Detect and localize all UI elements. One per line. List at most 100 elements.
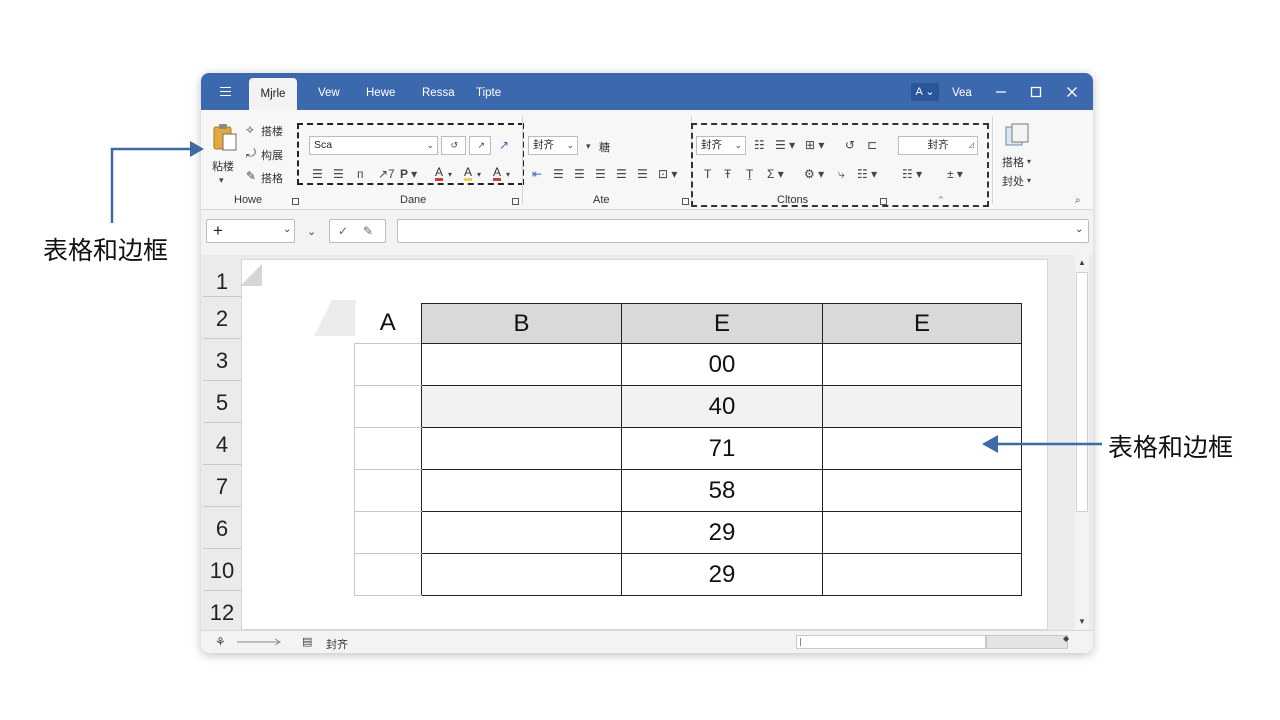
text-middle-icon[interactable]: Ŧ (724, 167, 731, 181)
table-cell[interactable] (822, 469, 1022, 512)
scroll-thumb[interactable] (800, 638, 801, 646)
list-icon[interactable]: ☰ ▾ (775, 138, 795, 152)
align-bottom-icon[interactable]: ☰ (595, 167, 606, 181)
grow-font-button[interactable]: ↗ (469, 136, 491, 155)
cells-icon[interactable] (1004, 122, 1030, 148)
scroll-up-icon[interactable]: ▲ (1078, 258, 1086, 267)
font-size-select[interactable]: ↺ (441, 136, 466, 155)
font-launcher-icon[interactable] (512, 198, 519, 205)
sort-icon[interactable]: ⤷ (838, 167, 845, 181)
copy-icon[interactable]: ⤾ (246, 146, 256, 160)
table-cell[interactable] (822, 511, 1022, 554)
table-cell[interactable] (822, 553, 1022, 596)
text-bottom-icon[interactable]: Ṯ (746, 167, 753, 181)
clipboard-launcher-icon[interactable] (292, 198, 299, 205)
zoom-track[interactable] (986, 635, 1068, 649)
tab-hewe[interactable]: Hewe (366, 87, 395, 99)
clipboard-item-2[interactable]: 构展 (261, 147, 283, 163)
clear-format-icon[interactable]: ↗ (499, 138, 509, 152)
text-color-icon[interactable]: A (493, 166, 502, 181)
minimize-icon[interactable] (995, 86, 1007, 98)
number-format-icon[interactable]: ☷ (754, 138, 765, 152)
table-cell[interactable]: 00 (621, 343, 823, 386)
account-button[interactable]: A ⌄ (911, 83, 939, 101)
table-cell[interactable]: 29 (621, 511, 823, 554)
alignment-launcher-icon[interactable] (682, 198, 689, 205)
distribute-icon[interactable]: ☰ (637, 167, 648, 181)
row-header[interactable]: 3 (203, 339, 241, 381)
align-top-icon[interactable]: ☰ (553, 167, 564, 181)
column-header-e2[interactable]: E (822, 303, 1022, 344)
formula-input[interactable]: ⌄ (397, 219, 1089, 243)
row-header[interactable]: 7 (203, 465, 241, 507)
highlight-dropdown-icon[interactable]: ▾ (477, 168, 481, 182)
row-header[interactable]: 12 (203, 591, 241, 630)
row-header[interactable]: 2 (203, 297, 241, 339)
columns-icon[interactable]: ⊞ ▾ (805, 138, 824, 152)
table-cell[interactable] (354, 511, 422, 554)
clipboard-item-3[interactable]: 搭格 (261, 170, 283, 186)
sum-icon[interactable]: Σ ▾ (767, 167, 784, 181)
table-cell[interactable] (421, 343, 622, 386)
tab-tipte[interactable]: Tipte (476, 87, 501, 99)
text-color-dropdown-icon[interactable]: ▾ (506, 168, 510, 182)
table-cell[interactable] (354, 553, 422, 596)
table-cell[interactable] (354, 469, 422, 512)
scroll-thumb[interactable] (1076, 272, 1088, 512)
cells-item-1[interactable]: 搭格 (1002, 154, 1024, 170)
page-icon[interactable]: ⊏ (867, 138, 877, 152)
row-header[interactable]: 5 (203, 381, 241, 423)
link-icon[interactable]: ᵔ (939, 194, 943, 208)
table-cell[interactable]: 71 (621, 427, 823, 470)
options-style-select[interactable]: 封齐 ⌄ (696, 136, 746, 155)
confirm-icon[interactable]: ✓ (338, 224, 348, 238)
tab-ressa[interactable]: Ressa (422, 87, 455, 99)
column-header-e[interactable]: E (621, 303, 823, 344)
highlight-color-icon[interactable]: A (464, 166, 473, 181)
indent-icon[interactable]: ⇤ (532, 167, 542, 181)
options-box-select[interactable]: 封齐 ◿ (898, 136, 978, 155)
cells-dropdown-1-icon[interactable]: ▾ (1027, 155, 1031, 169)
clipboard-item-1[interactable]: 搭楼 (261, 123, 283, 139)
name-box[interactable]: + ⌄ (206, 219, 295, 243)
row-header[interactable]: 1 (203, 259, 241, 297)
close-icon[interactable] (1066, 86, 1078, 98)
font-color-dropdown-icon[interactable]: ▾ (448, 168, 452, 182)
name-box-dropdown-icon[interactable]: ⌄ (307, 225, 316, 239)
conditional-format-icon[interactable]: ☷ ▾ (902, 167, 922, 181)
orientation-icon[interactable]: ↗7 (378, 167, 395, 181)
format-painter-icon[interactable]: ✎ (246, 169, 256, 183)
justify-icon[interactable]: ☰ (616, 167, 627, 181)
paste-dropdown-icon[interactable]: ▾ (219, 173, 224, 187)
table-cell[interactable] (822, 343, 1022, 386)
insert-icon[interactable]: ± ▾ (947, 167, 963, 181)
table-cell[interactable]: 40 (621, 385, 823, 428)
row-header[interactable]: 6 (203, 507, 241, 549)
paragraph-icon[interactable]: P ▾ (400, 167, 417, 181)
cells-dropdown-2-icon[interactable]: ▾ (1027, 174, 1031, 188)
formula-expand-icon[interactable]: ⌄ (1075, 224, 1083, 235)
table-cell[interactable] (822, 385, 1022, 428)
table-cell[interactable] (354, 427, 422, 470)
zoom-handle-icon[interactable]: ◆ (1063, 634, 1069, 643)
table-cell[interactable] (421, 553, 622, 596)
table-cell[interactable] (421, 469, 622, 512)
table-cell[interactable] (421, 427, 622, 470)
refresh-icon[interactable]: ↺ (845, 138, 855, 152)
maximize-icon[interactable] (1030, 86, 1042, 98)
column-header-b[interactable]: B (421, 303, 622, 344)
scroll-down-icon[interactable]: ▼ (1078, 617, 1086, 626)
wrap-text-icon[interactable]: ⊡ ▾ (658, 167, 677, 181)
macro-icon[interactable]: ⚘ (215, 635, 226, 649)
document-icon[interactable]: ▤ (302, 635, 312, 649)
font-color-icon[interactable]: A (435, 166, 444, 181)
collapse-ribbon-icon[interactable]: ⌕ (1075, 194, 1081, 208)
options-launcher-icon[interactable] (880, 198, 887, 205)
align-middle-icon[interactable]: ☰ (574, 167, 585, 181)
table-cell[interactable]: 29 (621, 553, 823, 596)
function-icon[interactable]: ✎ (363, 224, 373, 238)
row-header[interactable]: 10 (203, 549, 241, 591)
table-cell[interactable] (421, 385, 622, 428)
alignment-dropdown-icon[interactable]: ▾ (586, 139, 591, 153)
cut-icon[interactable]: ⟡ (246, 122, 254, 136)
